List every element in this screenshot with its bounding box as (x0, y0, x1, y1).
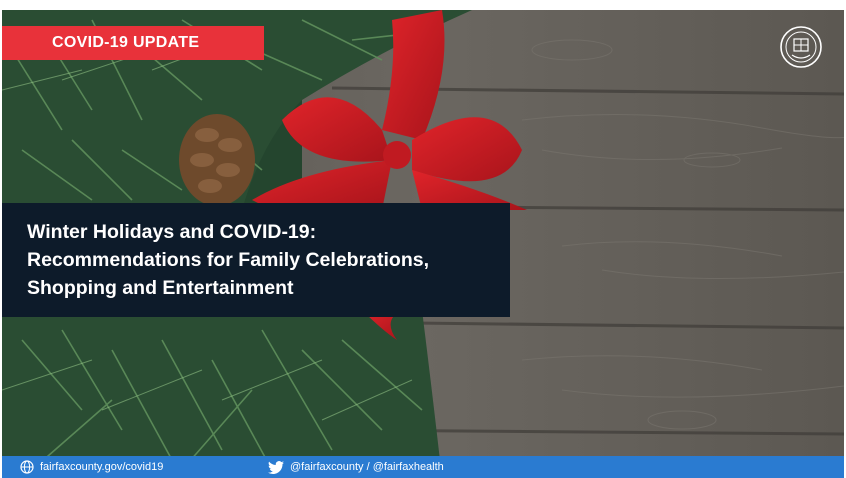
footer-bar: fairfaxcounty.gov/covid19 @fairfaxcounty… (2, 456, 844, 478)
headline-box: Winter Holidays and COVID-19: Recommenda… (2, 203, 510, 317)
headline-line-2: Recommendations for Family Celebrations, (27, 249, 430, 271)
footer-social: @fairfaxcounty / @fairfaxhealth (268, 456, 444, 478)
county-seal-icon (780, 26, 822, 68)
headline-line-1: Winter Holidays and COVID-19: (27, 221, 317, 243)
footer-website: fairfaxcounty.gov/covid19 (20, 456, 163, 478)
covid-update-banner: COVID-19 UPDATE Winter Holidays and COVI… (2, 10, 844, 478)
globe-icon (20, 460, 34, 474)
covid-update-badge: COVID-19 UPDATE (2, 26, 264, 60)
website-link[interactable]: fairfaxcounty.gov/covid19 (40, 456, 163, 478)
headline-line-3: Shopping and Entertainment (27, 277, 294, 299)
twitter-bird-icon (268, 460, 284, 474)
social-handles[interactable]: @fairfaxcounty / @fairfaxhealth (290, 456, 444, 478)
